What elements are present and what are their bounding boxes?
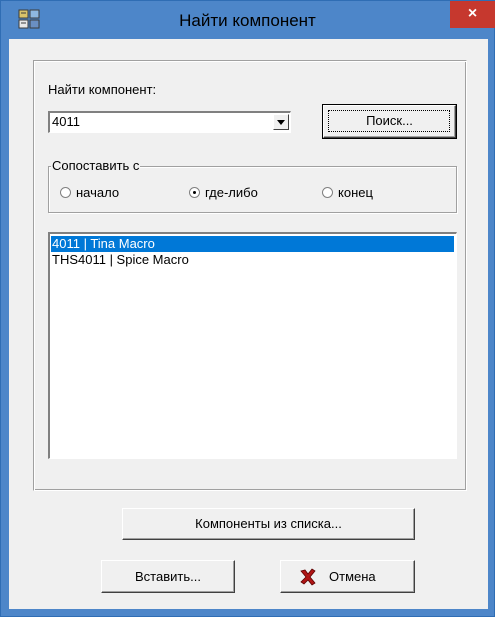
radio-end-label[interactable]: конец <box>338 185 373 200</box>
insert-button[interactable]: Вставить... <box>101 560 235 593</box>
radio-anywhere-label[interactable]: где-либо <box>205 185 258 200</box>
search-label: Найти компонент: <box>48 82 157 97</box>
window-title: Найти компонент <box>179 11 316 30</box>
close-button[interactable]: × <box>450 1 495 28</box>
title-bar[interactable]: Найти компонент × <box>1 1 495 39</box>
match-groupbox: Сопоставить с начало где-либо конец <box>48 159 457 213</box>
chevron-down-icon[interactable] <box>273 114 289 130</box>
dialog-body: Найти компонент: 4011 Поиск... Сопостави… <box>9 39 488 609</box>
components-from-list-label: Компоненты из списка... <box>195 516 342 531</box>
results-listbox[interactable]: 4011 | Tina Macro THS4011 | Spice Macro <box>48 232 457 459</box>
focus-ring <box>328 110 450 132</box>
list-item[interactable]: 4011 | Tina Macro <box>51 236 454 252</box>
search-combobox[interactable]: 4011 <box>48 111 291 133</box>
search-panel: Найти компонент: 4011 Поиск... Сопостави… <box>33 60 467 491</box>
find-component-window: Найти компонент × Найти компонент: 4011 … <box>0 0 495 617</box>
list-item[interactable]: THS4011 | Spice Macro <box>51 252 454 268</box>
search-button[interactable]: Поиск... <box>322 104 457 139</box>
radio-dot-icon <box>193 191 196 194</box>
components-from-list-button[interactable]: Компоненты из списка... <box>122 508 415 540</box>
cancel-button[interactable]: Отмена <box>280 560 415 593</box>
red-x-icon <box>300 568 316 586</box>
radio-circle-icon[interactable] <box>322 187 333 198</box>
close-icon: × <box>467 5 478 22</box>
radio-circle-icon[interactable] <box>189 187 200 198</box>
insert-button-label: Вставить... <box>135 569 201 584</box>
radio-start-label[interactable]: начало <box>76 185 119 200</box>
cancel-button-label: Отмена <box>329 569 376 584</box>
radio-circle-icon[interactable] <box>60 187 71 198</box>
match-legend: Сопоставить с <box>51 158 141 173</box>
search-combobox-value[interactable]: 4011 <box>52 114 80 129</box>
